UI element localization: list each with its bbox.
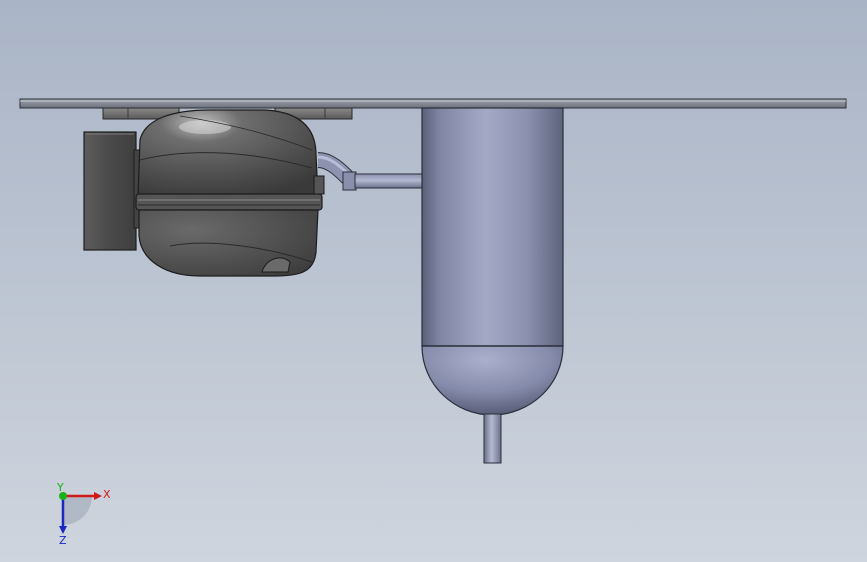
tank-outlet-pipe[interactable]: [483, 413, 502, 464]
y-axis-label: Y: [56, 481, 64, 494]
orientation-triad: X Y Z: [56, 481, 111, 547]
cad-graphics-viewport[interactable]: X Y Z: [0, 0, 867, 562]
triad-plane-shading: [63, 496, 92, 525]
electrical-box[interactable]: [83, 131, 143, 251]
x-axis-label: X: [103, 488, 111, 501]
x-axis-arrowhead: [94, 492, 102, 500]
compressor[interactable]: [135, 109, 325, 277]
z-axis-arrowhead: [59, 526, 67, 534]
vertical-tank[interactable]: [421, 107, 564, 416]
z-axis-label: Z: [59, 534, 67, 547]
mounting-plate[interactable]: [19, 98, 847, 109]
connecting-pipe[interactable]: [317, 152, 423, 191]
model-scene[interactable]: X Y Z: [0, 0, 867, 562]
